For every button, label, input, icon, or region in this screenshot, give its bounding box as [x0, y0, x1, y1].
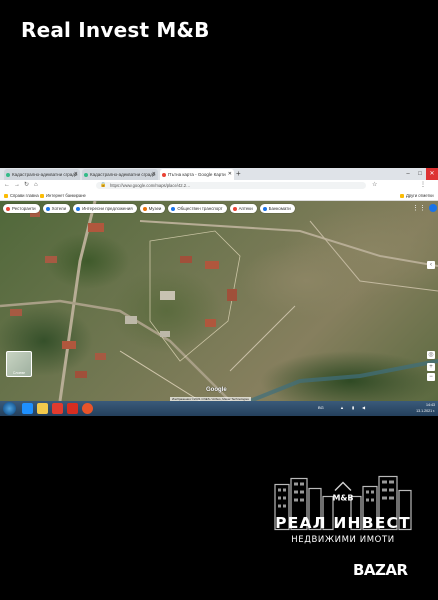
tray-arrow-icon[interactable]: ▲	[340, 405, 344, 410]
firefox-icon[interactable]	[82, 403, 93, 414]
new-tab-button[interactable]: +	[236, 168, 241, 180]
url-field[interactable]: 🔒 https://www.google.com/maps/place/42.2…	[96, 182, 366, 189]
atm-icon	[262, 206, 267, 211]
hotel-icon	[45, 206, 50, 211]
tab-label: Пътна карта - Google Карти	[168, 172, 226, 177]
minimize-icon[interactable]: –	[402, 168, 414, 180]
map-category-chips: Ресторанти Хотели Интересни предложения …	[3, 204, 295, 213]
chip-museums[interactable]: Музеи	[139, 204, 166, 213]
tab-cadastre-1[interactable]: Кадастрално-адекватни сгради ✕	[4, 169, 80, 180]
chip-pharmacies[interactable]: Аптеки	[229, 204, 257, 213]
window-controls: – □ ✕	[402, 168, 438, 180]
close-tab-icon[interactable]: ✕	[152, 169, 156, 180]
bazar-watermark: BAZAR	[353, 561, 408, 579]
my-location-icon[interactable]: ◎	[427, 351, 435, 359]
bookmark-item[interactable]: Справи главна	[4, 191, 39, 200]
logo-mark: M&B	[332, 494, 353, 503]
logo-line1: РЕАЛ ИНВЕСТ	[275, 514, 411, 532]
reload-icon[interactable]: ↻	[24, 180, 29, 191]
layers-button[interactable]: Слоеве	[6, 351, 32, 377]
page-title: Real Invest M&B	[21, 18, 210, 42]
media-icon[interactable]	[52, 403, 63, 414]
close-tab-icon[interactable]: ✕	[74, 169, 78, 180]
restaurant-icon	[6, 206, 10, 211]
layers-label: Слоеве	[12, 371, 26, 375]
chip-transit[interactable]: Обществен транспорт	[168, 204, 227, 213]
collapse-panel-icon[interactable]: ‹	[427, 261, 435, 269]
back-icon[interactable]: ←	[4, 180, 10, 191]
tab-favicon	[6, 172, 10, 177]
close-tab-icon[interactable]: ✕	[228, 169, 232, 180]
maximize-icon[interactable]: □	[414, 168, 426, 180]
lock-icon: 🔒	[100, 182, 107, 188]
tab-cadastre-2[interactable]: Кадастрално-адекватни сгради ✕	[82, 169, 158, 180]
language-indicator[interactable]: BG	[318, 405, 324, 410]
apps-grid-icon[interactable]: ⋮⋮	[412, 204, 426, 212]
satellite-map[interactable]: Ресторанти Хотели Интересни предложения …	[0, 201, 438, 401]
clock-date: 13.1.2021 г.	[416, 409, 435, 413]
museum-icon	[142, 206, 147, 211]
other-bookmarks[interactable]: Други отметки	[400, 191, 434, 200]
url-text: https://www.google.com/maps/place/42.2…	[110, 183, 191, 188]
ie-icon[interactable]	[22, 403, 33, 414]
chip-restaurants[interactable]: Ресторанти	[3, 204, 40, 213]
star-icon[interactable]: ☆	[372, 180, 377, 191]
folder-icon[interactable]	[37, 403, 48, 414]
menu-icon[interactable]: ⋮	[420, 180, 426, 191]
map-features	[0, 201, 438, 401]
zoom-in-button[interactable]: +	[427, 363, 435, 371]
tab-favicon	[84, 172, 88, 177]
transit-icon	[171, 206, 176, 211]
close-window-icon[interactable]: ✕	[426, 168, 438, 180]
pdf-icon[interactable]	[67, 403, 78, 414]
tab-google-maps[interactable]: Пътна карта - Google Карти ✕	[160, 169, 234, 180]
camera-icon	[76, 206, 81, 211]
maps-favicon	[162, 172, 166, 177]
screenshot: Кадастрално-адекватни сгради ✕ Кадастрал…	[0, 168, 438, 416]
home-icon[interactable]: ⌂	[34, 180, 38, 191]
start-button[interactable]	[3, 402, 16, 415]
zoom-out-button[interactable]: −	[427, 373, 435, 381]
google-logo: Google	[206, 387, 227, 393]
tab-label: Кадастрално-адекватни сгради	[12, 172, 78, 177]
logo-line2: НЕДВИЖИМИ ИМОТИ	[291, 535, 395, 545]
chip-hotels[interactable]: Хотели	[42, 204, 71, 213]
clock[interactable]: 14:43 13.1.2021 г.	[416, 402, 435, 414]
bookmarks-bar: Справи главна Интернет банкиране Други о…	[0, 191, 438, 201]
windows-taskbar: BG ▲ ▮ ◀ 14:43 13.1.2021 г.	[0, 401, 438, 416]
pharmacy-icon	[232, 206, 237, 211]
forward-icon[interactable]: →	[14, 180, 20, 191]
volume-icon[interactable]: ◀	[362, 405, 365, 410]
tab-label: Кадастрално-адекватни сгради	[90, 172, 156, 177]
browser-tab-bar: Кадастрално-адекватни сгради ✕ Кадастрал…	[0, 168, 438, 180]
chip-things-to-do[interactable]: Интересни предложения	[73, 204, 137, 213]
bookmark-item[interactable]: Интернет банкиране	[40, 191, 86, 200]
network-icon[interactable]: ▮	[352, 405, 354, 410]
account-avatar[interactable]	[429, 204, 437, 212]
chip-atms[interactable]: Банкомати	[259, 204, 295, 213]
